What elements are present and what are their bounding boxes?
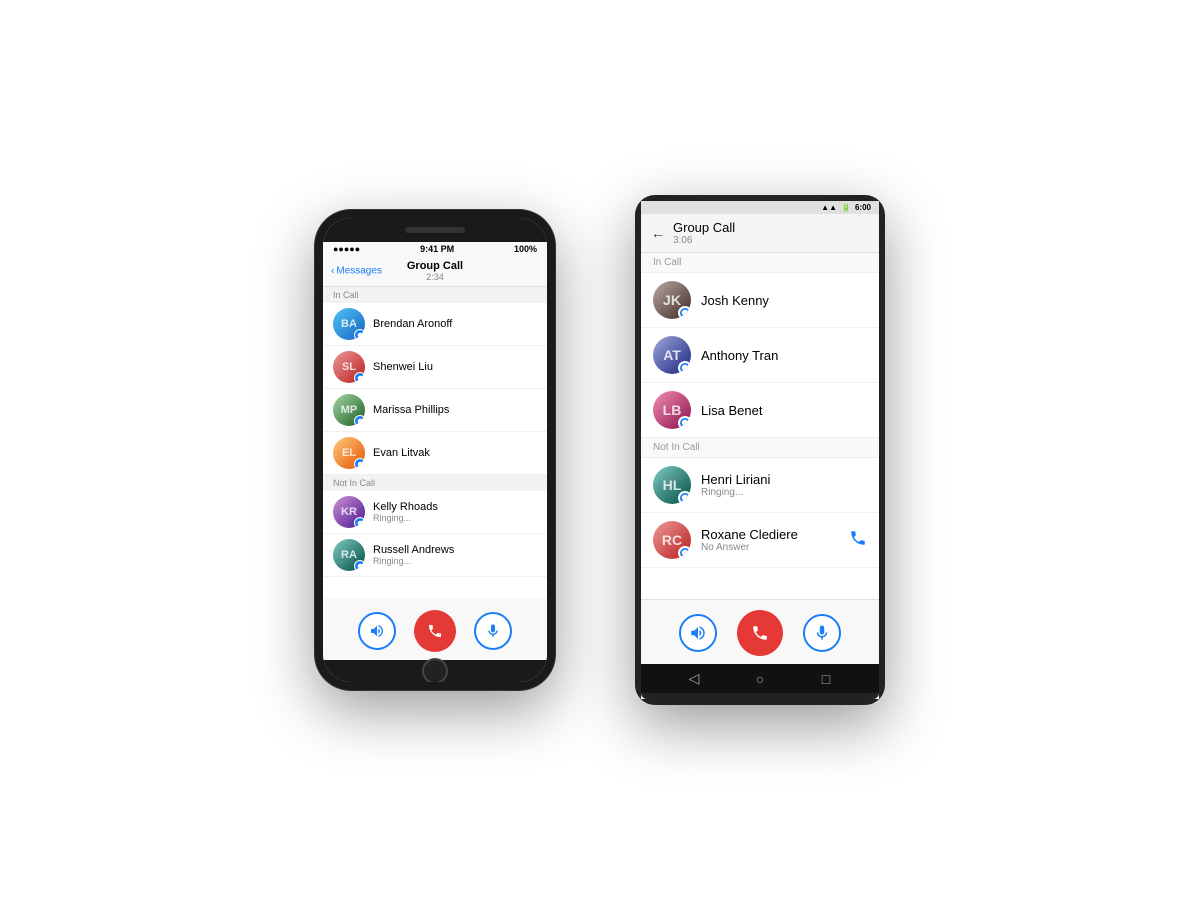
speaker-button[interactable] <box>679 614 717 652</box>
contact-info: Kelly Rhoads Ringing... <box>373 501 438 523</box>
contact-info: Henri Liriani Ringing... <box>701 472 770 498</box>
iphone-call-controls <box>323 598 547 660</box>
iphone-home-bar <box>323 660 547 682</box>
avatar: AT <box>653 336 691 374</box>
avatar: MP <box>333 394 365 426</box>
iphone-content: In Call BA Brendan Aronoff SL <box>323 287 547 598</box>
list-item[interactable]: EL Evan Litvak <box>323 432 547 475</box>
avatar: KR <box>333 496 365 528</box>
android-nav-title: Group Call <box>673 220 735 235</box>
mute-button[interactable] <box>474 612 512 650</box>
list-item[interactable]: MP Marissa Phillips <box>323 389 547 432</box>
android-nav: ← Group Call 3:06 <box>641 214 879 253</box>
avatar: JK <box>653 281 691 319</box>
contact-info: Roxane Clediere No Answer <box>701 527 839 553</box>
contact-name: Josh Kenny <box>701 293 769 308</box>
list-item[interactable]: RC Roxane Clediere No Answer <box>641 513 879 568</box>
list-item[interactable]: SL Shenwei Liu <box>323 346 547 389</box>
list-item[interactable]: AT Anthony Tran <box>641 328 879 383</box>
list-item[interactable]: KR Kelly Rhoads Ringing... <box>323 491 547 534</box>
android-back-nav[interactable]: ◁ <box>682 670 706 687</box>
android-call-controls <box>641 599 879 664</box>
android-nav-info: Group Call 3:06 <box>673 220 735 246</box>
contact-name: Evan Litvak <box>373 447 430 459</box>
iphone-home-button[interactable] <box>422 658 448 682</box>
android-home-nav[interactable]: ○ <box>748 671 772 687</box>
contact-info: Russell Andrews Ringing... <box>373 544 454 566</box>
android-device: ▲▲ 🔋 6:00 ← Group Call 3:06 In Call JK <box>635 195 885 705</box>
avatar: SL <box>333 351 365 383</box>
list-item[interactable]: BA Brendan Aronoff <box>323 303 547 346</box>
iphone-device: ●●●●● 9:41 PM 100% ‹ Messages Group Call… <box>315 210 555 690</box>
iphone-back-chevron: ‹ <box>331 266 334 277</box>
android-battery-icon: 🔋 <box>841 203 851 212</box>
contact-name: Anthony Tran <box>701 348 778 363</box>
avatar: EL <box>333 437 365 469</box>
avatar: HL <box>653 466 691 504</box>
iphone-status-dots: ●●●●● <box>333 244 360 254</box>
contact-name: Lisa Benet <box>701 403 762 418</box>
mute-button[interactable] <box>803 614 841 652</box>
list-item[interactable]: RA Russell Andrews Ringing... <box>323 534 547 577</box>
android-recent-nav[interactable]: □ <box>814 671 838 687</box>
android-chin <box>641 693 879 699</box>
iphone-back-button[interactable]: ‹ Messages <box>331 266 382 277</box>
iphone-status-time: 9:41 PM <box>420 244 454 254</box>
contact-name: Brendan Aronoff <box>373 318 452 330</box>
messenger-badge <box>678 491 691 504</box>
android-in-call-header: In Call <box>641 253 879 273</box>
end-call-button[interactable] <box>737 610 783 656</box>
list-item[interactable]: JK Josh Kenny <box>641 273 879 328</box>
call-again-icon[interactable] <box>849 529 867 552</box>
speaker-button[interactable] <box>358 612 396 650</box>
messenger-badge <box>354 458 365 469</box>
android-back-button[interactable]: ← <box>651 225 665 241</box>
iphone-nav: ‹ Messages Group Call 2:34 <box>323 256 547 287</box>
messenger-badge <box>354 415 365 426</box>
messenger-badge <box>354 329 365 340</box>
contact-name: Marissa Phillips <box>373 404 449 416</box>
iphone-status-battery: 100% <box>514 244 537 254</box>
list-item[interactable]: LB Lisa Benet <box>641 383 879 438</box>
android-content: In Call JK Josh Kenny AT <box>641 253 879 599</box>
avatar: RC <box>653 521 691 559</box>
iphone-in-call-header: In Call <box>323 287 547 303</box>
avatar: RA <box>333 539 365 571</box>
messenger-badge <box>354 517 365 528</box>
android-signal-icon: ▲▲ <box>821 203 837 212</box>
android-not-in-call-header: Not In Call <box>641 438 879 458</box>
list-item[interactable]: HL Henri Liriani Ringing... <box>641 458 879 513</box>
messenger-badge <box>354 372 365 383</box>
iphone-notch <box>323 218 547 242</box>
messenger-badge <box>678 306 691 319</box>
android-time: 6:00 <box>855 203 871 212</box>
avatar: BA <box>333 308 365 340</box>
iphone-back-label: Messages <box>336 266 382 277</box>
messenger-badge <box>678 416 691 429</box>
android-nav-subtitle: 3:06 <box>673 235 735 246</box>
avatar: LB <box>653 391 691 429</box>
android-system-nav: ◁ ○ □ <box>641 664 879 693</box>
messenger-badge <box>678 546 691 559</box>
iphone-status-bar: ●●●●● 9:41 PM 100% <box>323 242 547 256</box>
end-call-button[interactable] <box>414 610 456 652</box>
messenger-badge <box>678 361 691 374</box>
iphone-not-in-call-header: Not In Call <box>323 475 547 491</box>
android-status-bar: ▲▲ 🔋 6:00 <box>641 201 879 214</box>
contact-name: Shenwei Liu <box>373 361 433 373</box>
messenger-badge <box>354 560 365 571</box>
